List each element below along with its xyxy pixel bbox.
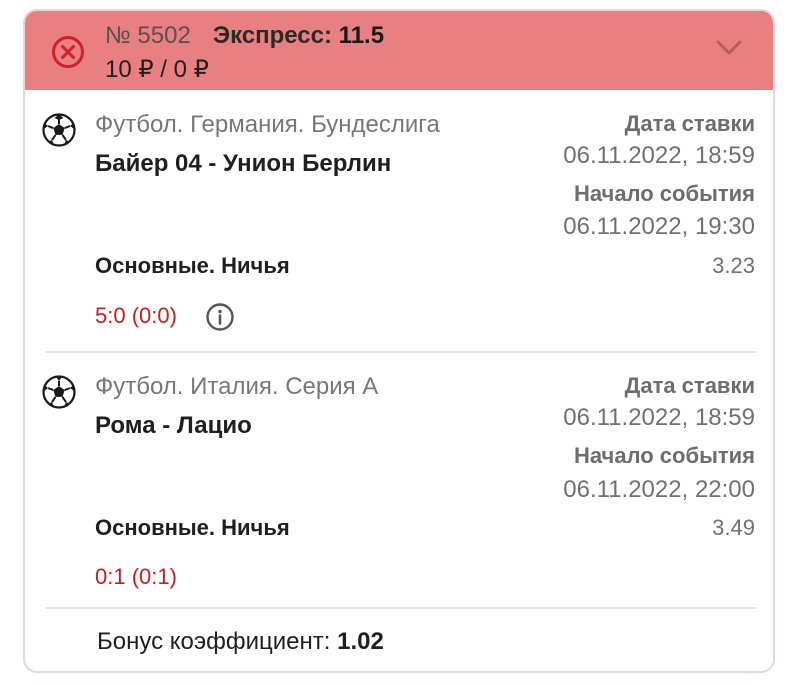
bet-date-label: Дата ставки (624, 373, 755, 398)
event-league: Футбол. Италия. Серия А (95, 373, 379, 400)
event-start-label: Начало события (573, 443, 755, 468)
bonus-coefficient: Бонус коэффициент: 1.02 (97, 628, 384, 656)
event-odds: 3.49 (712, 515, 755, 540)
event-item: Футбол. Италия. Серия А Рома - Лацио Дат… (25, 11, 773, 611)
soccer-ball-icon (42, 375, 76, 409)
bet-date-value: 06.11.2022, 18:59 (563, 404, 755, 431)
bonus-label: Бонус коэффициент: (97, 628, 331, 655)
event-teams: Рома - Лацио (95, 412, 252, 439)
event-score: 0:1 (0:1) (95, 564, 177, 589)
bet-card: № 5502 Экспресс: 11.5 10 ₽ / 0 ₽ Футбол.… (23, 9, 775, 673)
event-market: Основные. Ничья (95, 515, 290, 540)
divider (45, 607, 756, 609)
event-start-value: 06.11.2022, 22:00 (563, 476, 755, 503)
bonus-value: 1.02 (337, 628, 384, 655)
